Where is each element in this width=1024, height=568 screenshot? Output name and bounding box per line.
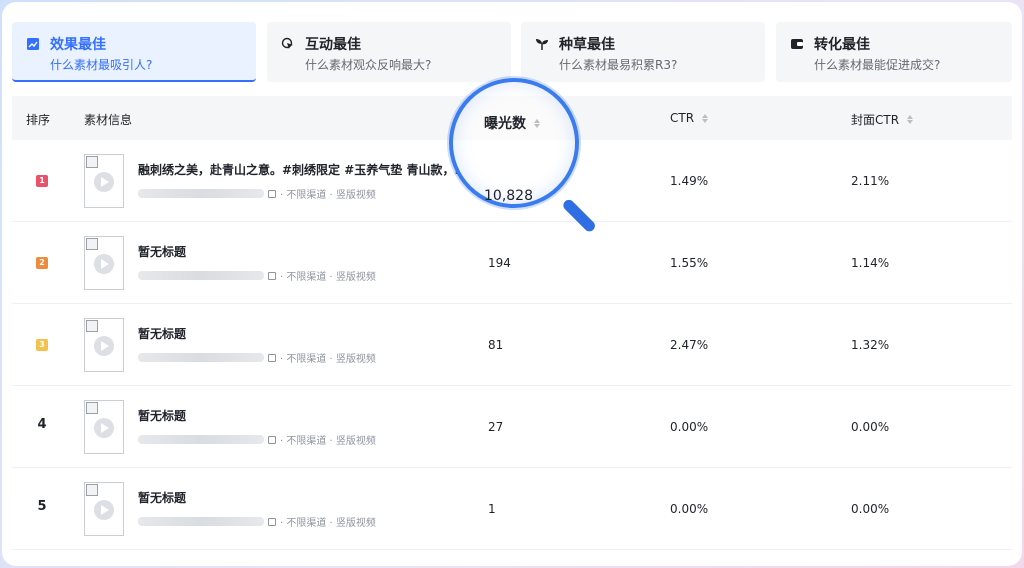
blurred-id	[138, 189, 264, 198]
play-icon	[94, 500, 114, 520]
ctr-value: 0.00%	[670, 502, 709, 516]
chart-icon	[25, 36, 41, 52]
rank-number: 5	[37, 499, 47, 514]
header-ctr[interactable]: CTR	[670, 111, 709, 125]
header-material: 素材信息	[84, 113, 133, 127]
tab-title: 效果最佳	[50, 37, 106, 53]
cover-ctr-value: 1.14%	[851, 256, 890, 270]
table-row[interactable]: 2 暂无标题 · 不限渠道 · 竖版视频 194 1.55% 1.14%	[12, 222, 1012, 304]
material-channel: · 不限渠道 · 竖版视频	[280, 272, 376, 283]
material-channel: · 不限渠道 · 竖版视频	[280, 190, 376, 201]
tab-title: 互动最佳	[305, 37, 361, 53]
video-thumbnail[interactable]	[84, 318, 124, 372]
video-thumbnail[interactable]	[84, 236, 124, 290]
table-row[interactable]: 5 暂无标题 · 不限渠道 · 竖版视频 1 0.00% 0.00%	[12, 468, 1012, 550]
rank-badge: 3	[36, 339, 48, 351]
material-title: 暂无标题	[138, 491, 187, 505]
cursor-click-icon	[280, 36, 296, 52]
ctr-value: 1.49%	[670, 174, 709, 188]
copy-icon[interactable]	[268, 271, 276, 280]
tab-bar: 效果最佳 什么素材最吸引人? 互动最佳 什么素材观众反响最大? 种草最佳 什么素…	[12, 22, 1012, 82]
play-icon	[94, 336, 114, 356]
copy-icon[interactable]	[268, 517, 276, 526]
blurred-id	[138, 353, 264, 362]
tab-title: 种草最佳	[559, 37, 615, 53]
tab-subtitle: 什么素材最能促进成交?	[814, 58, 941, 72]
exposure-value: 1	[488, 502, 496, 516]
exposure-value: 81	[488, 338, 504, 352]
tab-subtitle: 什么素材最易积累R3?	[559, 58, 678, 72]
ctr-value: 0.00%	[670, 420, 709, 434]
blurred-id	[138, 435, 264, 444]
ctr-value: 2.47%	[670, 338, 709, 352]
material-title: 融刺绣之美，赴青山之意。#刺绣限定 #玉养气垫 青山款，.	[138, 163, 458, 177]
rank-badge: 1	[36, 175, 48, 187]
blurred-id	[138, 517, 264, 526]
video-thumbnail[interactable]	[84, 154, 124, 208]
table-row[interactable]: 4 暂无标题 · 不限渠道 · 竖版视频 27 0.00% 0.00%	[12, 386, 1012, 468]
app-window: 效果最佳 什么素材最吸引人? 互动最佳 什么素材观众反响最大? 种草最佳 什么素…	[2, 2, 1022, 566]
cover-ctr-value: 1.32%	[851, 338, 890, 352]
play-icon	[94, 418, 114, 438]
sort-icon[interactable]	[907, 115, 914, 124]
sprout-icon	[534, 36, 550, 52]
header-exposure[interactable]: 曝光数	[484, 113, 540, 133]
broken-image-icon	[86, 238, 98, 250]
rank-badge: 2	[36, 257, 48, 269]
table-row[interactable]: 3 暂无标题 · 不限渠道 · 竖版视频 81 2.47% 1.32%	[12, 304, 1012, 386]
cover-ctr-value: 0.00%	[851, 502, 890, 516]
material-title: 暂无标题	[138, 409, 187, 423]
tab-best-conversion[interactable]: 转化最佳 什么素材最能促进成交?	[776, 22, 1012, 82]
play-icon	[94, 254, 114, 274]
material-meta: · 不限渠道 · 竖版视频	[138, 514, 376, 529]
copy-icon[interactable]	[268, 435, 276, 444]
material-meta: · 不限渠道 · 竖版视频	[138, 432, 376, 447]
exposure-value: 27	[488, 420, 504, 434]
sort-icon[interactable]	[534, 118, 540, 128]
tab-title: 转化最佳	[814, 37, 870, 53]
tab-best-effect[interactable]: 效果最佳 什么素材最吸引人?	[12, 22, 256, 82]
cover-ctr-value: 2.11%	[851, 174, 890, 188]
material-meta: · 不限渠道 · 竖版视频	[138, 186, 376, 201]
tab-best-interaction[interactable]: 互动最佳 什么素材观众反响最大?	[267, 22, 511, 82]
broken-image-icon	[86, 484, 98, 496]
material-title: 暂无标题	[138, 245, 187, 259]
exposure-value: 10,828	[484, 188, 533, 204]
broken-image-icon	[86, 402, 98, 414]
material-meta: · 不限渠道 · 竖版视频	[138, 350, 376, 365]
wallet-icon	[789, 36, 805, 52]
blurred-id	[138, 271, 264, 280]
material-channel: · 不限渠道 · 竖版视频	[280, 518, 376, 529]
header-cover-ctr-label: 封面CTR	[851, 113, 900, 127]
material-channel: · 不限渠道 · 竖版视频	[280, 436, 376, 447]
header-cover-ctr[interactable]: 封面CTR	[851, 111, 914, 128]
copy-icon[interactable]	[268, 353, 276, 362]
video-thumbnail[interactable]	[84, 482, 124, 536]
broken-image-icon	[86, 320, 98, 332]
header-rank: 排序	[26, 113, 51, 127]
copy-icon[interactable]	[268, 189, 276, 198]
material-channel: · 不限渠道 · 竖版视频	[280, 354, 376, 365]
exposure-value: 194	[488, 256, 511, 270]
ctr-value: 1.55%	[670, 256, 709, 270]
header-exposure-label: 曝光数	[484, 116, 526, 132]
material-title: 暂无标题	[138, 327, 187, 341]
material-meta: · 不限渠道 · 竖版视频	[138, 268, 376, 283]
broken-image-icon	[86, 156, 98, 168]
tab-subtitle: 什么素材最吸引人?	[50, 58, 153, 72]
play-icon	[94, 172, 114, 192]
header-ctr-label: CTR	[670, 111, 695, 125]
sort-icon[interactable]	[702, 113, 709, 123]
video-thumbnail[interactable]	[84, 400, 124, 454]
cover-ctr-value: 0.00%	[851, 420, 890, 434]
tab-best-seeding[interactable]: 种草最佳 什么素材最易积累R3?	[521, 22, 765, 82]
rank-number: 4	[37, 417, 47, 432]
tab-subtitle: 什么素材观众反响最大?	[305, 58, 432, 72]
